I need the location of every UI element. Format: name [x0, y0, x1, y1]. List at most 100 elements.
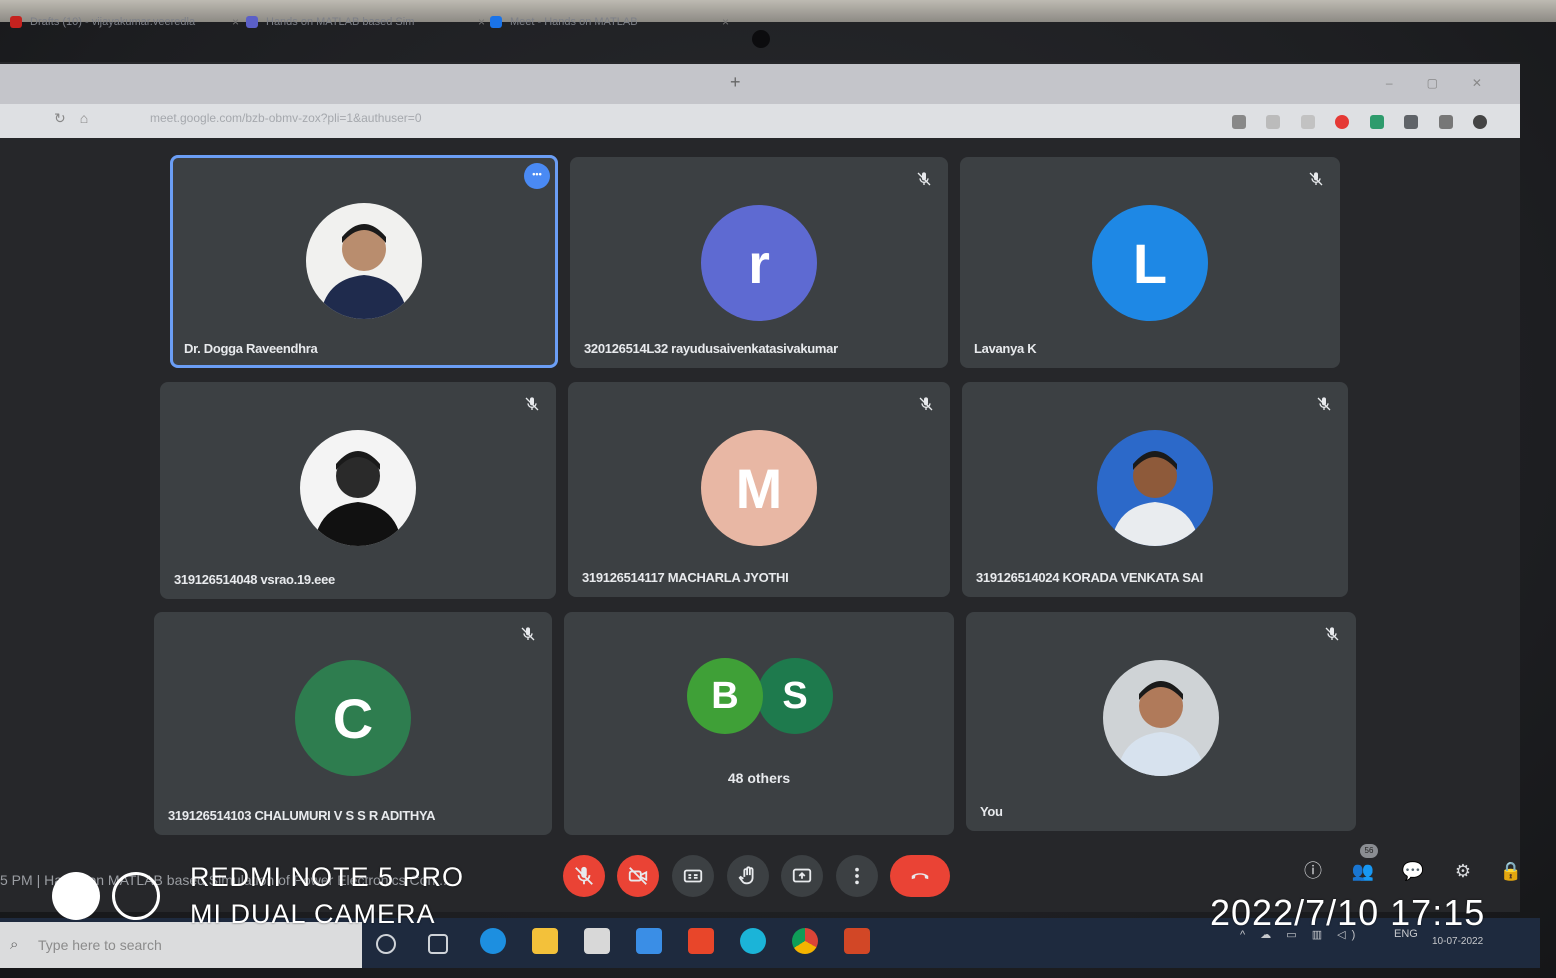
watermark-logo-ring — [112, 872, 160, 920]
watermark-timestamp: 2022/7/10 17:15 — [1210, 892, 1486, 933]
new-tab-button[interactable]: + — [730, 72, 741, 93]
forms-icon — [246, 16, 258, 28]
camera-indicator-icon[interactable] — [1232, 114, 1246, 129]
tab-label: Hands on MATLAB based Sim — [266, 16, 415, 28]
home-icon[interactable]: ⌂ — [80, 110, 102, 126]
mic-off-icon — [1308, 171, 1324, 187]
star-icon[interactable] — [1300, 114, 1315, 129]
mic-off-icon — [918, 396, 934, 412]
participant-name: 320126514L32 rayudusaivenkatasivakumar — [584, 341, 838, 356]
participant-tile[interactable]: M 319126514117 MACHARLA JYOTHI — [568, 382, 950, 597]
browser-tab-event[interactable]: Hands on MATLAB based Sim × — [240, 8, 491, 36]
participant-photo — [300, 430, 416, 546]
powerpoint-icon[interactable] — [844, 928, 870, 954]
host-controls-icon[interactable]: 🔒 — [1498, 858, 1524, 884]
watermark-camera: MI DUAL CAMERA — [190, 899, 436, 929]
participant-photo — [1097, 430, 1213, 546]
mail-icon[interactable] — [636, 928, 662, 954]
participant-avatar: M — [701, 430, 817, 546]
participant-avatar: B — [687, 658, 763, 734]
tab-label: Meet - Hands on MATLAB — [510, 16, 638, 28]
nav-buttons[interactable]: ↻⌂ — [54, 110, 102, 127]
mic-off-icon — [916, 171, 932, 187]
participant-tile[interactable]: Dr. Dogga Raveendhra ••• — [170, 155, 558, 368]
puzzle-icon[interactable] — [1404, 114, 1419, 129]
reload-icon[interactable]: ↻ — [54, 110, 80, 126]
mic-off-icon — [1316, 396, 1332, 412]
participant-tile[interactable]: You — [966, 612, 1356, 831]
camera-off-icon — [627, 865, 649, 887]
search-icon: ⌕ — [10, 936, 19, 953]
webcam — [752, 30, 770, 48]
window-controls[interactable]: –▢✕ — [1386, 76, 1516, 90]
participant-tile[interactable]: 319126514024 KORADA VENKATA SAI — [962, 382, 1348, 597]
browser-tab-meet[interactable]: Meet - Hands on MATLAB × — [484, 8, 735, 36]
participant-tile[interactable]: C 319126514103 CHALUMURI V S S R ADITHYA — [154, 612, 552, 835]
participant-tile[interactable]: B S 48 others — [564, 612, 954, 835]
more-options-icon[interactable]: ••• — [524, 163, 550, 189]
webex-icon[interactable] — [740, 928, 766, 954]
present-icon — [791, 865, 813, 887]
mic-button[interactable] — [563, 855, 605, 897]
participant-avatar: r — [701, 205, 817, 321]
participant-name: 319126514117 MACHARLA JYOTHI — [582, 570, 789, 585]
browser-tab-bar — [0, 64, 1520, 104]
url-field[interactable]: meet.google.com/bzb-obmv-zox?pli=1&authu… — [150, 111, 422, 125]
people-icon[interactable]: 👥 56 — [1350, 844, 1378, 884]
task-view-icon[interactable] — [428, 934, 448, 954]
chrome-icon[interactable] — [792, 928, 818, 954]
participant-name: You — [980, 804, 1003, 819]
extension-icons — [1232, 113, 1503, 133]
participant-avatar: L — [1092, 205, 1208, 321]
captions-icon — [682, 865, 704, 887]
mic-off-icon — [520, 626, 536, 642]
raise-hand-button[interactable] — [727, 855, 769, 897]
opera-icon[interactable] — [1335, 114, 1350, 129]
extension-green-icon[interactable] — [1369, 114, 1384, 129]
more-button[interactable] — [836, 855, 878, 897]
participant-tile[interactable]: L Lavanya K — [960, 157, 1340, 368]
activities-icon[interactable]: ⚙ — [1450, 858, 1476, 884]
participant-name: 319126514048 vsrao.19.eee — [174, 572, 335, 587]
participant-photo — [306, 203, 422, 319]
edge-icon[interactable] — [480, 928, 506, 954]
participant-name: 319126514024 KORADA VENKATA SAI — [976, 570, 1203, 585]
office-icon[interactable] — [688, 928, 714, 954]
share-icon[interactable] — [1266, 114, 1281, 129]
present-button[interactable] — [781, 855, 823, 897]
participant-photo — [1103, 660, 1219, 776]
participant-name: 319126514103 CHALUMURI V S S R ADITHYA — [168, 808, 436, 823]
browser-tab-gmail[interactable]: Drafts (10) - vijayakumar.veeredla × — [4, 8, 245, 36]
participant-tile[interactable]: 319126514048 vsrao.19.eee — [160, 382, 556, 599]
participant-avatar: S — [757, 658, 833, 734]
gmail-icon — [10, 16, 22, 28]
chat-icon[interactable]: 💬 — [1400, 858, 1426, 884]
meet-icon — [490, 16, 502, 28]
cortana-icon[interactable] — [376, 934, 396, 954]
participant-tile[interactable]: r 320126514L32 rayudusaivenkatasivakumar — [570, 157, 948, 368]
taskbar-date[interactable]: 10-07-2022 — [1432, 936, 1483, 947]
profile-icon[interactable] — [1473, 114, 1488, 129]
watermark-device: REDMI NOTE 5 PRO — [190, 862, 465, 892]
close-icon[interactable]: × — [232, 8, 239, 36]
others-count-label: 48 others — [727, 770, 791, 786]
info-icon[interactable]: ⓘ — [1300, 858, 1326, 884]
people-count-badge: 56 — [1360, 844, 1378, 858]
sidepanel-icon[interactable] — [1438, 114, 1453, 129]
file-explorer-icon[interactable] — [532, 928, 558, 954]
mic-off-icon — [524, 396, 540, 412]
tab-label: Drafts (10) - vijayakumar.veeredla — [30, 16, 196, 28]
close-icon[interactable]: × — [722, 8, 729, 36]
more-vert-icon — [846, 865, 868, 887]
taskbar-search-input[interactable]: Type here to search — [38, 937, 162, 953]
participant-avatar: C — [295, 660, 411, 776]
watermark-logo-dot — [52, 872, 100, 920]
mic-off-icon — [573, 865, 595, 887]
captions-button[interactable] — [672, 855, 714, 897]
store-icon[interactable] — [584, 928, 610, 954]
hand-icon — [737, 865, 759, 887]
leave-button[interactable] — [890, 855, 950, 897]
camera-button[interactable] — [617, 855, 659, 897]
mic-off-icon — [1324, 626, 1340, 642]
participant-name: Lavanya K — [974, 341, 1037, 356]
